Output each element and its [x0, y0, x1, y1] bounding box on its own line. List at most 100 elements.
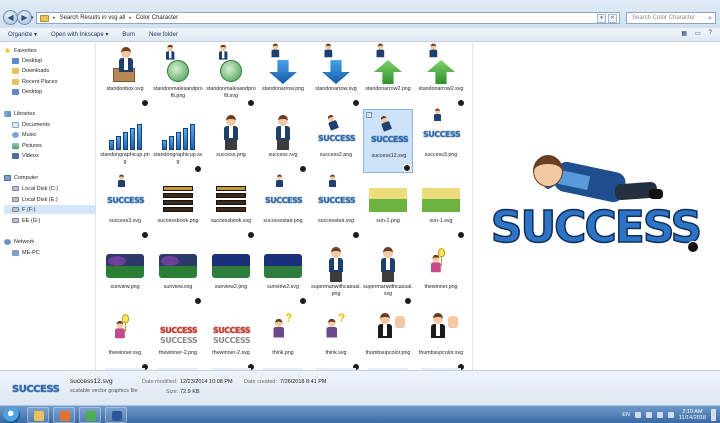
file-item[interactable]: supermanwithcasual.svg [363, 241, 413, 305]
file-name: standonmalesandprofit.png [153, 86, 203, 99]
file-item[interactable]: SUCCESS ✓ success12.svg [363, 109, 413, 173]
file-item[interactable]: standonarrow2.svg [416, 43, 466, 107]
file-thumbnail: SUCCESS [421, 108, 461, 150]
landscape-icon [264, 254, 302, 278]
nav-downloads[interactable]: Downloads [12, 66, 49, 75]
taskbar-word-button[interactable] [105, 407, 127, 423]
taskbar-chrome-button[interactable] [79, 407, 101, 423]
file-item[interactable]: sun-1.png [363, 175, 413, 239]
success-shadow-icon: SUCCESS [160, 336, 198, 345]
file-thumbnail: SUCCESS [105, 174, 145, 216]
breadcrumb-search-results[interactable]: Search Results in vsg all [60, 15, 126, 21]
organize-button[interactable]: Organize ▾ [8, 31, 37, 38]
file-item[interactable]: thumbsupcolor.png [363, 307, 413, 370]
chevron-right-icon[interactable]: ▸ [129, 15, 132, 21]
open-with-inkscape-button[interactable]: Open with Inkscape ▾ [51, 31, 108, 38]
file-item[interactable]: standonbox.svg [100, 43, 150, 107]
select-checkbox[interactable]: ✓ [366, 112, 372, 118]
chevron-right-icon[interactable]: ▸ [53, 15, 56, 21]
address-field[interactable]: ▸ Search Results in vsg all ▸ Color Char… [36, 12, 620, 24]
forward-button[interactable]: ▶ [17, 10, 32, 25]
file-item[interactable]: SUCCESS SUCCESS thewinner-2.svg [206, 307, 256, 370]
nav-network[interactable]: Network [4, 237, 34, 246]
file-item[interactable]: thewinner.svg [100, 307, 150, 370]
nav-me-pc[interactable]: ME-PC [12, 248, 40, 257]
file-item[interactable]: ? think.png [258, 307, 308, 370]
search-input[interactable]: Search Color Character ⌕ [626, 12, 716, 24]
nav-local-disk-c[interactable]: Local Disk (C:) [12, 184, 58, 193]
new-folder-button[interactable]: New folder [149, 32, 178, 38]
arrow-down-icon [269, 60, 297, 84]
tray-expand-icon[interactable] [634, 412, 641, 418]
file-item[interactable]: SUCCESS success3.png [416, 108, 466, 173]
volume-icon[interactable] [667, 412, 674, 418]
nav-music[interactable]: Music [12, 130, 36, 139]
nav-computer[interactable]: Computer [4, 173, 38, 182]
file-item[interactable]: success.svg [258, 109, 308, 173]
file-item[interactable]: standonarrow.svg [311, 43, 361, 107]
search-icon[interactable]: ⌕ [708, 14, 712, 24]
nav-drive-g[interactable]: EE (G:) [12, 216, 40, 225]
preview-pane-icon[interactable]: ▭ [695, 30, 701, 37]
taskbar-xampp-button[interactable] [53, 407, 75, 423]
nav-pictures[interactable]: Pictures [12, 141, 42, 150]
file-item[interactable]: successbook.svg [206, 175, 256, 239]
nav-recent-places[interactable]: Recent Places [12, 77, 57, 86]
file-item[interactable]: standongraphicup.png [100, 109, 150, 173]
file-item[interactable]: ? think.svg [311, 307, 361, 370]
breadcrumb-color-character[interactable]: Color Character [136, 15, 178, 21]
file-item[interactable]: standongraphicup.svg [153, 109, 203, 173]
file-name: successbook.png [157, 218, 199, 224]
inkscape-badge-icon [299, 165, 307, 173]
taskbar-explorer-button[interactable] [27, 407, 49, 423]
file-item[interactable]: thumbsupcolor.svg [416, 307, 466, 370]
file-item[interactable]: sunview2.svg [258, 241, 308, 305]
file-thumbnail [316, 43, 356, 84]
file-item[interactable]: sunview2.png [206, 241, 256, 305]
clock[interactable]: 2:10 AM 11/14/2018 [679, 409, 706, 421]
file-item[interactable]: SUCCESS successtair.svg [311, 174, 361, 239]
nav-label: Network [14, 238, 35, 245]
file-item[interactable]: SUCCESS successstair.png [258, 174, 308, 239]
file-item[interactable]: sunview.svg [153, 241, 203, 305]
xampp-icon [60, 411, 70, 421]
nav-libraries[interactable]: Libraries [4, 109, 35, 118]
address-dropdown-icon[interactable]: ▾ [597, 13, 606, 23]
start-button[interactable] [3, 407, 20, 423]
nav-videos[interactable]: Videos [12, 151, 39, 160]
file-item[interactable]: standonmalesandprofit.svg [206, 43, 256, 107]
burn-button[interactable]: Burn [122, 32, 135, 38]
inkscape-badge-icon [247, 99, 255, 107]
inkscape-badge-icon [352, 231, 360, 239]
file-item[interactable]: SUCCESS SUCCESS thewinner-2.png [153, 307, 203, 370]
file-item[interactable]: standonarrow.png [258, 43, 308, 107]
file-thumbnail: SUCCESS [369, 113, 409, 151]
file-item[interactable]: SUCCESS success3.svg [100, 174, 150, 239]
help-icon[interactable]: ? [709, 30, 712, 37]
nav-favorites[interactable]: Favorites [4, 46, 37, 55]
thumbs-up-icon [448, 316, 458, 328]
file-item[interactable]: standonarrow2.png [363, 43, 413, 107]
nav-drive-f[interactable]: F (F:) [4, 205, 96, 214]
file-item[interactable]: successbook.png [153, 175, 203, 239]
file-item[interactable]: SUCCESS success2.png [311, 109, 361, 173]
show-desktop-button[interactable] [711, 409, 716, 421]
file-item[interactable]: sunview.png [100, 241, 150, 305]
file-item[interactable]: standonmalesandprofit.png [153, 43, 203, 107]
file-item[interactable]: supermanwithcasual.png [311, 241, 361, 305]
file-item[interactable]: sun-1.svg [416, 175, 466, 239]
back-button[interactable]: ◀ [3, 10, 18, 25]
nav-desktop-2[interactable]: Desktop [12, 87, 42, 96]
recent-pages-icon[interactable]: ▾ [31, 15, 34, 21]
view-options-icon[interactable]: ▦ [681, 30, 687, 37]
nav-desktop[interactable]: Desktop [12, 56, 42, 65]
file-item[interactable]: success.png [206, 109, 256, 173]
flag-icon[interactable] [645, 412, 652, 418]
file-item[interactable]: thewinner.png [416, 241, 466, 305]
file-name: thewinner-2.svg [212, 350, 250, 356]
nav-local-disk-e[interactable]: Local Disk (E:) [12, 195, 58, 204]
nav-documents[interactable]: Documents [12, 120, 50, 129]
language-indicator[interactable]: EN [622, 412, 630, 418]
refresh-icon[interactable]: ✕ [608, 13, 617, 23]
network-tray-icon[interactable] [656, 412, 663, 418]
